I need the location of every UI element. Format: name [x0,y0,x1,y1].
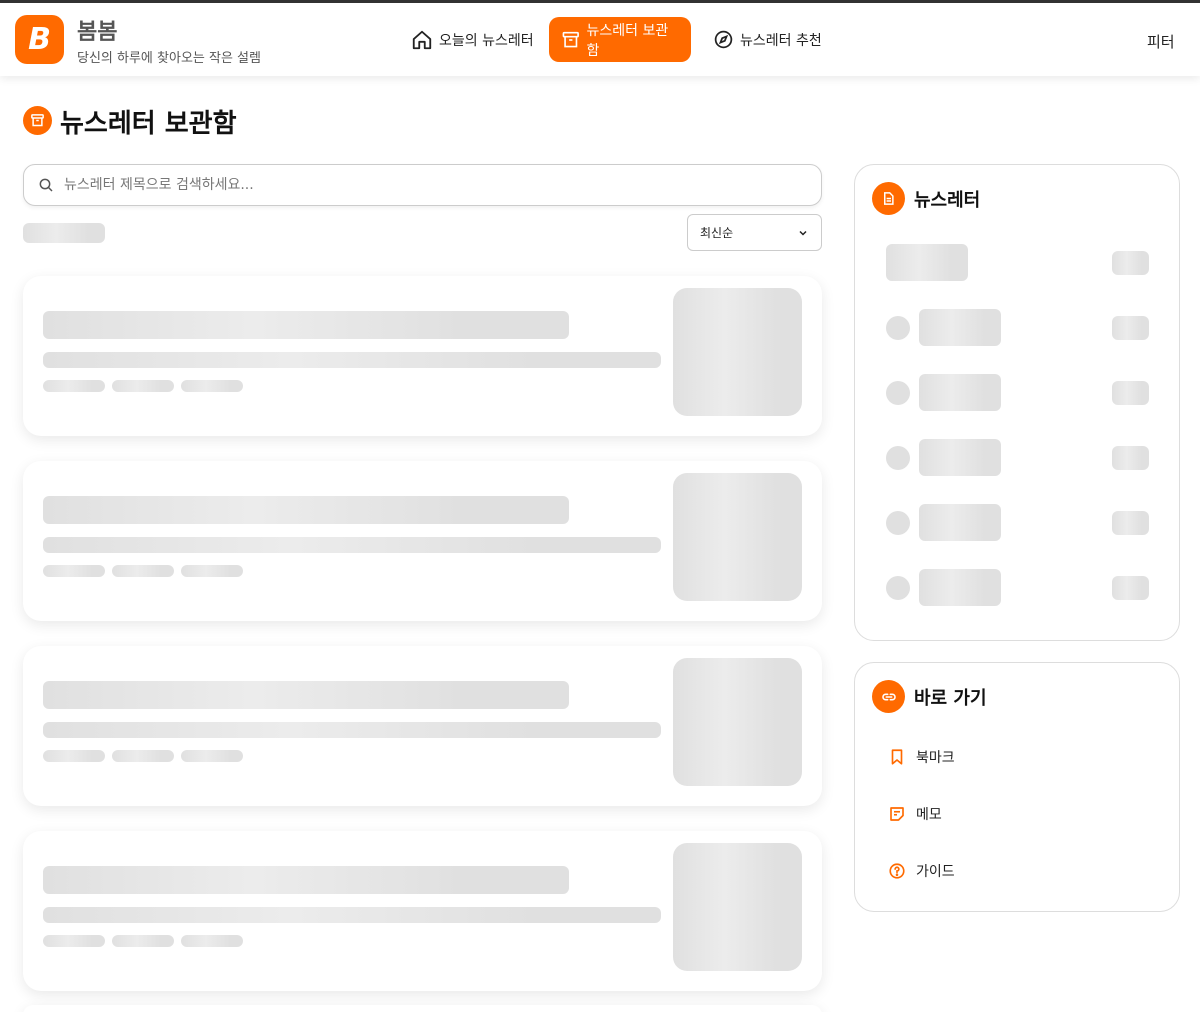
shortcut-guide[interactable]: 가이드 [888,861,955,881]
meta-skeleton [181,380,243,392]
shortcut-bookmark[interactable]: 북마크 [888,747,955,767]
brand-tagline: 당신의 하루에 찾아오는 작은 설렘 [77,51,261,66]
meta-skeleton [181,750,243,762]
chevron-down-icon [799,230,807,236]
meta-skeleton [112,750,174,762]
summary-skeleton [43,352,661,368]
count-skeleton [1112,251,1149,275]
count-skeleton [1112,381,1149,405]
sort-selected-value: 최신순 [700,226,734,240]
meta-skeleton [112,380,174,392]
thumbnail-skeleton [673,473,802,601]
search-icon [39,178,53,192]
nav-newsletter-recommend[interactable]: 뉴스레터 추천 [701,17,834,62]
archive-icon [23,106,52,135]
avatar-skeleton [886,511,910,535]
nav-today-newsletter[interactable]: 오늘의 뉴스레터 [399,17,546,62]
count-skeleton [1112,316,1149,340]
count-skeleton [1112,446,1149,470]
title-skeleton [43,311,569,339]
summary-skeleton [43,722,661,738]
list-item-skeleton [919,569,1001,606]
sort-select[interactable]: 최신순 [687,214,822,251]
list-item-skeleton [886,244,968,281]
title-skeleton [43,496,569,524]
home-icon [412,30,432,49]
memo-icon [890,807,904,821]
newsletter-card-skeleton [23,1005,822,1012]
newsletter-card-skeleton [23,646,822,806]
shortcut-label: 북마크 [916,750,955,766]
archive-icon [562,31,579,47]
meta-skeleton [181,935,243,947]
logo-letter: B [28,22,51,57]
nav-label: 오늘의 뉴스레터 [439,32,534,49]
meta-skeleton [112,935,174,947]
thumbnail-skeleton [673,288,802,416]
meta-skeleton [43,935,105,947]
summary-skeleton [43,537,661,553]
panel-title: 바로 가기 [914,688,987,709]
list-item-skeleton [919,504,1001,541]
nav-label: 뉴스레터 보관함 [586,22,669,59]
shortcut-memo[interactable]: 메모 [888,804,942,824]
meta-skeleton [43,380,105,392]
count-skeleton [1112,511,1149,535]
avatar-skeleton [886,446,910,470]
search-bar [23,164,822,206]
nav-newsletter-archive[interactable]: 뉴스레터 보관함 [549,17,691,62]
thumbnail-skeleton [673,658,802,786]
bookmark-icon [891,749,903,765]
summary-skeleton [43,907,661,923]
list-item-skeleton [919,374,1001,411]
result-count-skeleton [23,223,105,243]
compass-icon [714,30,733,49]
thumbnail-skeleton [673,843,802,971]
avatar-skeleton [886,381,910,405]
title-skeleton [43,866,569,894]
newsletter-card-skeleton [23,276,822,436]
meta-skeleton [43,565,105,577]
newsletter-card-skeleton [23,461,822,621]
newsletter-panel: 뉴스레터 [854,164,1180,641]
search-input[interactable] [64,177,764,193]
nav-label: 뉴스레터 추천 [740,32,822,49]
meta-skeleton [112,565,174,577]
top-header: B 봄봄 당신의 하루에 찾아오는 작은 설렘 오늘의 뉴스레터 뉴스레터 보관… [0,3,1200,76]
brand-name[interactable]: 봄봄 [77,14,117,46]
user-menu-link[interactable]: 피터 [1147,31,1175,52]
help-icon [889,863,905,879]
list-item-skeleton [919,439,1001,476]
title-skeleton [43,681,569,709]
avatar-skeleton [886,576,910,600]
list-item-skeleton [919,309,1001,346]
meta-skeleton [43,750,105,762]
document-icon [872,182,905,215]
shortcut-label: 가이드 [916,864,955,880]
avatar-skeleton [886,316,910,340]
count-skeleton [1112,576,1149,600]
link-icon [872,680,905,713]
meta-skeleton [181,565,243,577]
page-title: 뉴스레터 보관함 [60,109,237,139]
shortcut-label: 메모 [916,807,942,823]
brand-logo[interactable]: B [15,15,64,64]
panel-title: 뉴스레터 [914,190,981,211]
shortcuts-panel: 바로 가기 북마크 메모 가이드 [854,662,1180,912]
newsletter-card-skeleton [23,831,822,991]
